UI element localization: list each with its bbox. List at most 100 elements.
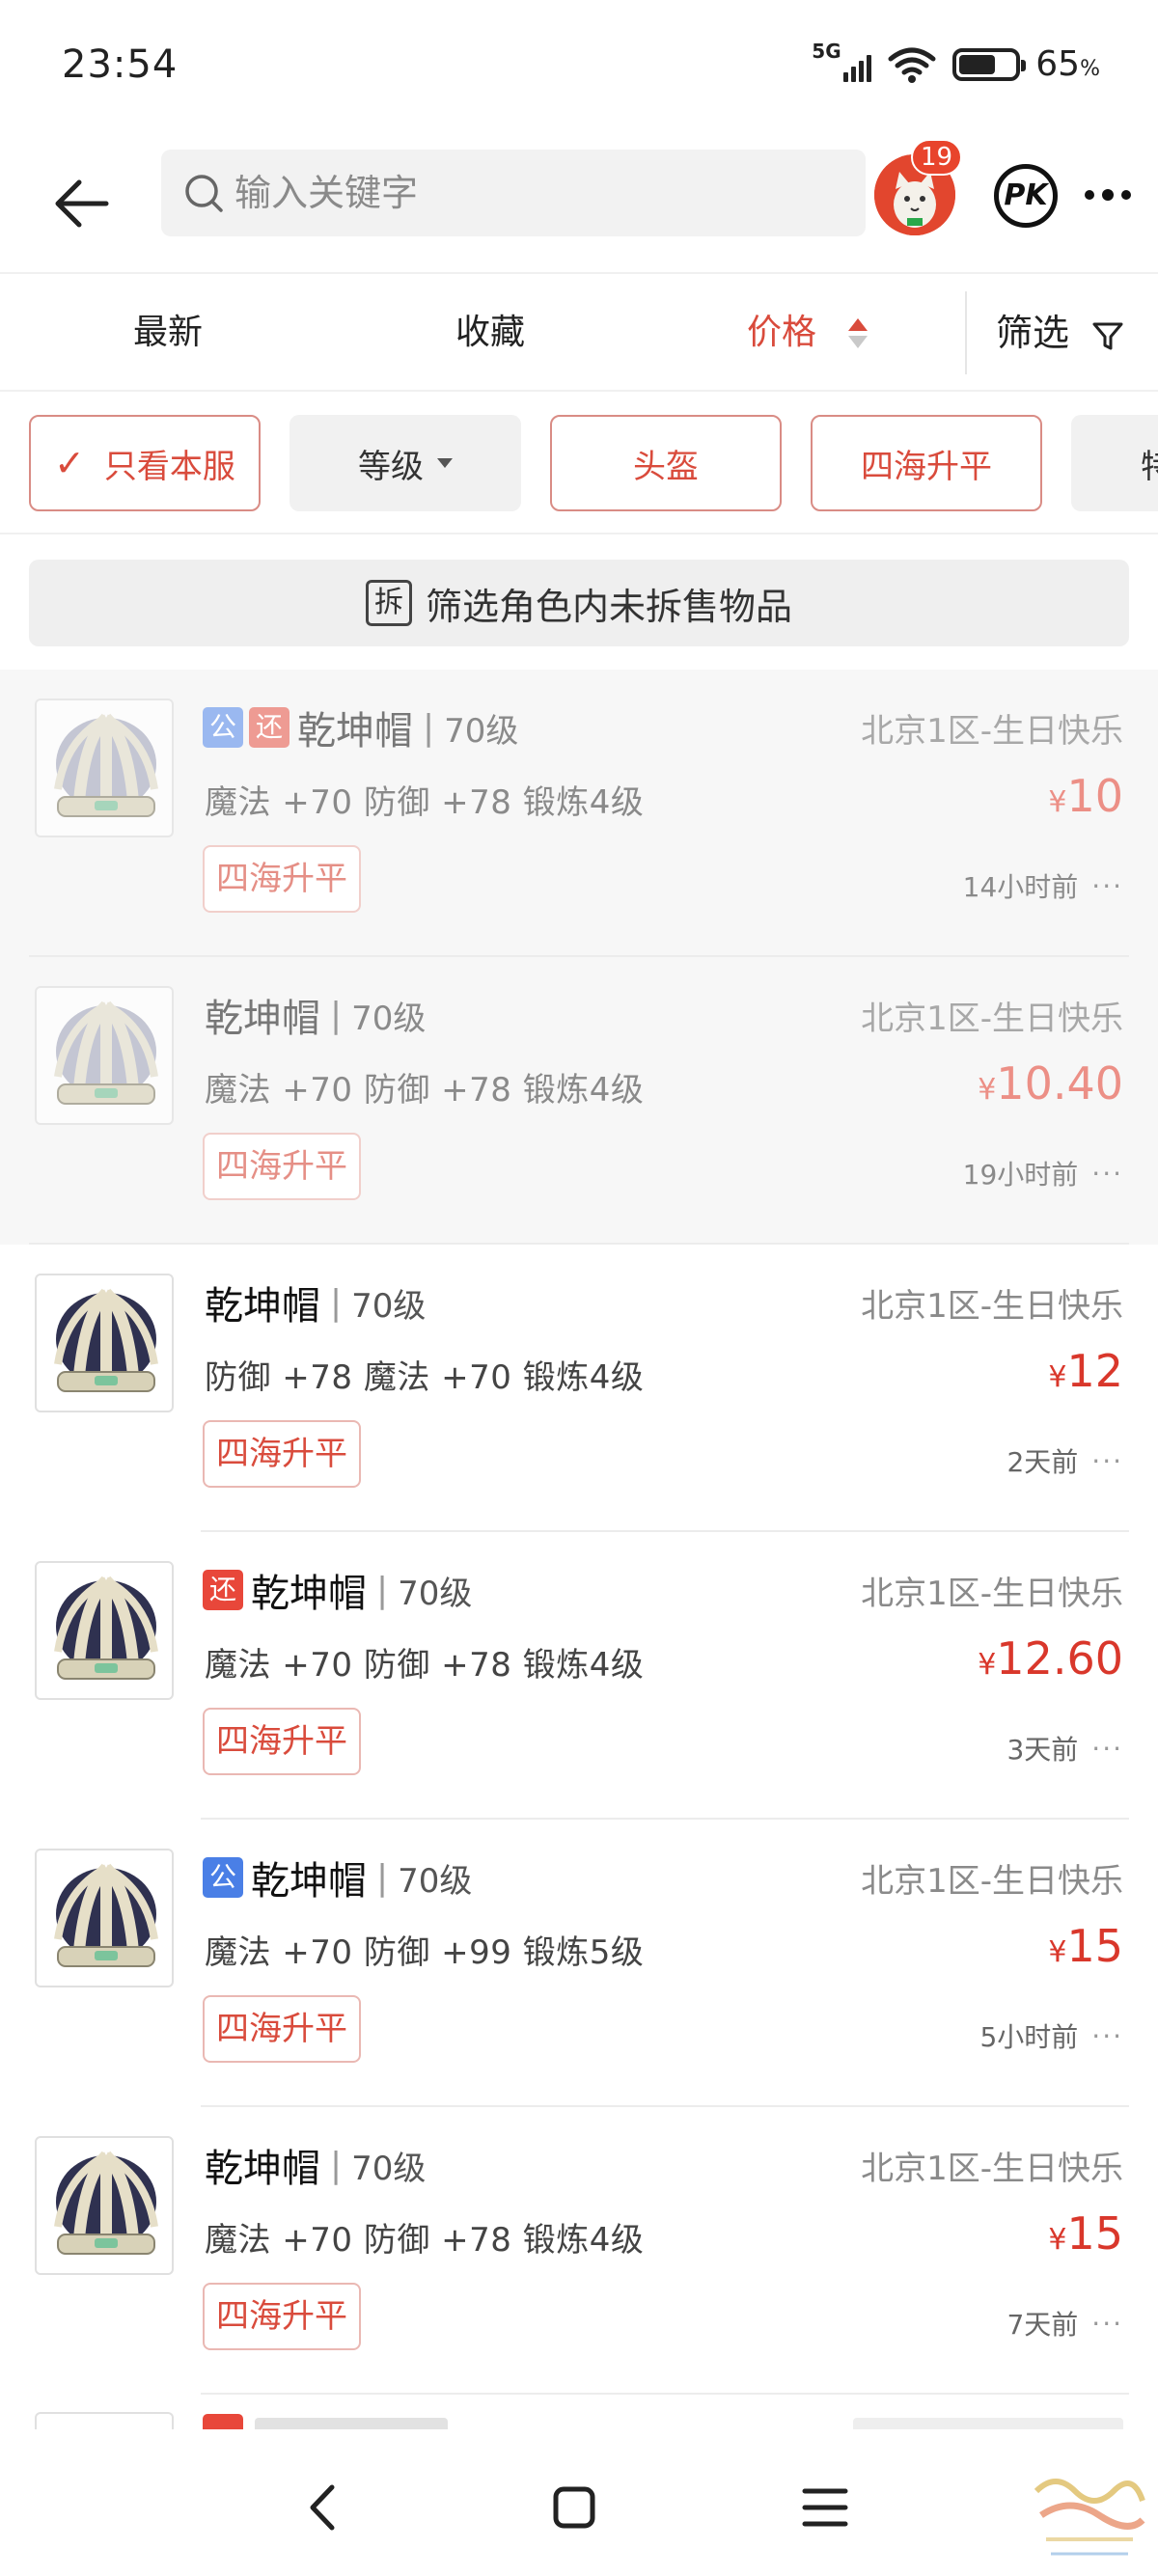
list-item[interactable]: 乾坤帽 | 70级 北京1区-生日快乐 防御 +78 魔法 +70 锻炼4级 ¥12 四海升… — [0, 1245, 1158, 1532]
item-name: 乾坤帽 — [251, 1572, 367, 1616]
item-name: 乾坤帽 — [251, 1859, 367, 1904]
notification-badge: 19 — [911, 139, 963, 176]
item-more-icon[interactable]: ··· — [1091, 1733, 1123, 1765]
item-level: 70级 — [351, 2149, 427, 2188]
item-more-icon[interactable]: ··· — [1091, 870, 1123, 902]
item-time: 5小时前 — [979, 2021, 1079, 2053]
item-thumbnail — [35, 1849, 174, 1987]
item-set-tag: 四海升平 — [203, 2283, 361, 2350]
item-separator: | — [330, 995, 343, 1035]
chip-helmet[interactable]: 头盔 — [550, 415, 782, 511]
chip-level[interactable]: 等级 — [290, 415, 521, 511]
split-filter-banner[interactable]: 拆 筛选角色内未拆售物品 — [29, 560, 1129, 646]
item-server: 北京1区-生日快乐 — [861, 1287, 1123, 1326]
pk-button[interactable]: PK — [994, 164, 1058, 228]
hat-icon — [54, 1576, 158, 1680]
funnel-icon — [1092, 322, 1123, 349]
chip-partial[interactable]: 特 — [1071, 415, 1158, 511]
chip-partial-label: 特 — [1141, 440, 1158, 487]
item-attributes: 魔法 +70 防御 +78 锻炼4级 — [205, 1071, 645, 1110]
search-input[interactable] — [234, 172, 813, 214]
sort-divider — [965, 291, 967, 374]
item-time-row: 14小时前 ··· — [963, 866, 1123, 905]
avatar[interactable]: 19 — [874, 139, 963, 235]
item-title-row: 乾坤帽 | 70级 — [203, 986, 426, 1044]
item-separator: | — [330, 2145, 343, 2185]
item-price: ¥10.40 — [978, 1057, 1123, 1110]
item-attributes: 防御 +78 魔法 +70 锻炼4级 — [205, 1358, 645, 1397]
item-set-tag: 四海升平 — [203, 1708, 361, 1775]
list-item[interactable]: 乾坤帽 | 70级 北京1区-生日快乐魔法 +70 防御 +78 锻炼4级 ¥10.40… — [0, 957, 1158, 1245]
split-icon: 拆 — [365, 580, 412, 626]
item-level: 70级 — [444, 711, 519, 751]
return-tag: 还 — [249, 707, 290, 748]
partial-list-item — [0, 2395, 1158, 2429]
sort-arrows-icon — [846, 315, 869, 353]
chip-set-label: 四海升平 — [861, 447, 992, 486]
item-set-tag: 四海升平 — [203, 845, 361, 913]
item-time: 2天前 — [1006, 1446, 1079, 1478]
watermark-logo — [1034, 2479, 1145, 2556]
item-more-icon[interactable]: ··· — [1091, 2020, 1123, 2052]
item-level: 70级 — [351, 999, 427, 1038]
chip-own-server[interactable]: ✓ 只看本服 — [29, 415, 261, 511]
caret-down-icon — [437, 458, 453, 468]
return-tag: 还 — [203, 1570, 243, 1610]
price-value: 10.40 — [996, 1057, 1123, 1110]
list-item[interactable]: 乾坤帽 | 70级 北京1区-生日快乐 魔法 +70 防御 +78 锻炼4级 ¥15 四海升… — [0, 2107, 1158, 2395]
item-level: 70级 — [398, 1861, 473, 1901]
item-name: 乾坤帽 — [205, 2147, 320, 2191]
nav-home-icon[interactable] — [540, 2474, 608, 2541]
item-attributes: 魔法 +70 防御 +78 锻炼4级 — [205, 1646, 645, 1685]
nav-menu-icon[interactable] — [791, 2474, 859, 2541]
public-tag: 公 — [203, 1857, 243, 1898]
item-price: ¥10 — [1048, 770, 1123, 822]
item-time-row: 2天前 ··· — [1006, 1441, 1123, 1480]
list-item[interactable]: 公还乾坤帽 | 70级 北京1区-生日快乐 魔法 +70 防御 +78 锻炼4级 ¥10 四… — [0, 670, 1158, 957]
price-value: 12 — [1066, 1345, 1123, 1397]
item-name: 乾坤帽 — [297, 709, 413, 754]
item-time: 7天前 — [1006, 2309, 1079, 2341]
more-options-icon[interactable] — [1085, 183, 1143, 206]
sort-newest[interactable]: 最新 — [133, 274, 203, 392]
item-more-icon[interactable]: ··· — [1091, 1158, 1123, 1190]
item-attributes: 魔法 +70 防御 +78 锻炼4级 — [205, 2221, 645, 2260]
item-more-icon[interactable]: ··· — [1091, 1445, 1123, 1477]
nav-back-icon[interactable] — [290, 2474, 357, 2541]
filter-label: 筛选 — [996, 312, 1070, 354]
search-icon — [185, 175, 223, 212]
item-level: 70级 — [351, 1286, 427, 1326]
item-separator: | — [376, 1570, 389, 1610]
item-attributes: 魔法 +70 防御 +99 锻炼5级 — [205, 1933, 645, 1972]
search-box[interactable] — [161, 150, 866, 236]
price-value: 12.60 — [996, 1632, 1123, 1685]
item-thumbnail — [35, 1274, 174, 1412]
item-time-row: 5小时前 ··· — [979, 2016, 1123, 2055]
item-title-row: 公还乾坤帽 | 70级 — [203, 699, 518, 756]
price-value: 15 — [1066, 2207, 1123, 2260]
item-server: 北京1区-生日快乐 — [861, 712, 1123, 751]
item-more-icon[interactable]: ··· — [1091, 2308, 1123, 2340]
split-banner-text: 筛选角色内未拆售物品 — [425, 585, 792, 628]
chip-set[interactable]: 四海升平 — [811, 415, 1042, 511]
sort-price[interactable]: 价格 — [747, 274, 869, 392]
status-bar: 23:54 5G 65% — [0, 0, 1158, 135]
item-server: 北京1区-生日快乐 — [861, 1000, 1123, 1038]
list-item[interactable]: 还乾坤帽 | 70级 北京1区-生日快乐 魔法 +70 防御 +78 锻炼4级 ¥12.6… — [0, 1532, 1158, 1820]
item-set-tag: 四海升平 — [203, 1133, 361, 1200]
item-time: 19小时前 — [962, 1159, 1079, 1191]
back-arrow-icon[interactable] — [48, 170, 116, 237]
item-price: ¥12 — [1048, 1345, 1123, 1397]
currency-symbol: ¥ — [978, 1073, 997, 1107]
list-item[interactable]: 公乾坤帽 | 70级 北京1区-生日快乐 魔法 +70 防御 +99 锻炼5级 ¥15 四海… — [0, 1820, 1158, 2107]
item-title-row: 乾坤帽 | 70级 — [203, 1274, 426, 1331]
item-price: ¥15 — [1048, 2207, 1123, 2260]
sort-favorites[interactable]: 收藏 — [455, 274, 525, 392]
hat-icon — [54, 1000, 158, 1105]
item-title-row: 乾坤帽 | 70级 — [203, 2136, 426, 2194]
currency-symbol: ¥ — [978, 1648, 997, 1682]
sort-price-label: 价格 — [747, 313, 817, 352]
item-price: ¥12.60 — [978, 1632, 1123, 1685]
top-header: 19 PK — [0, 135, 1158, 274]
filter-button[interactable]: 筛选 — [996, 274, 1125, 392]
